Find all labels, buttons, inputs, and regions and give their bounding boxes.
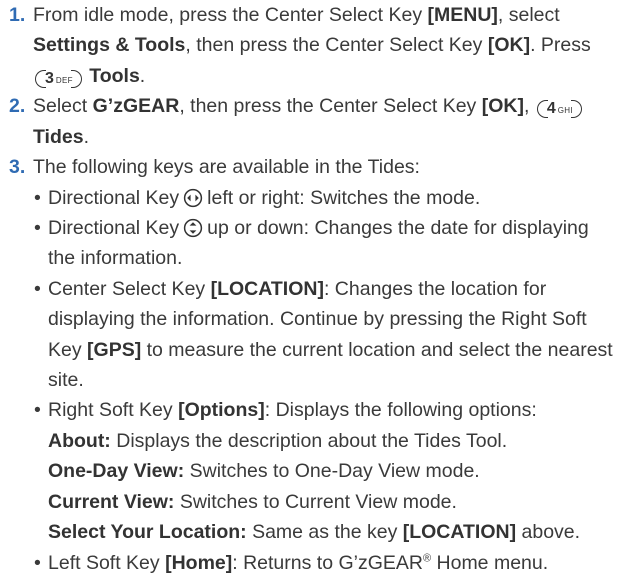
keycap-letters: GHI (557, 106, 573, 116)
step-line: Settings & Tools, then press the Center … (33, 30, 635, 60)
directional-key-left-right-icon (183, 188, 203, 207)
step-text: Select G’zGEAR, then press the Center Se… (33, 91, 635, 152)
bullet-text-run: up or down: Changes the date for display… (207, 216, 589, 239)
keycap-3-def-icon: 3 DEF (35, 69, 82, 88)
menu-key-label: [MENU] (427, 4, 498, 26)
option-current-view: Current View: Switches to Current View m… (48, 487, 637, 517)
step-number: 1. (9, 4, 26, 26)
bullet-text-run: Left Soft Key (48, 551, 166, 574)
ok-key-label: [OK] (487, 34, 531, 57)
step-text-run: , select (497, 4, 560, 26)
bullet-item-up-down: • Directional Key up or down: Changes the… (34, 213, 637, 274)
registered-mark: ® (422, 552, 432, 565)
step-number: 2. (9, 95, 26, 118)
step-line: Select G’zGEAR, then press the Center Se… (33, 91, 635, 121)
ok-key-label: [OK] (481, 95, 524, 118)
tides-label: Tides (33, 125, 84, 148)
option-label: Current View: (48, 490, 175, 513)
bullet-text-run: left or right: Switches the mode. (207, 186, 481, 209)
bullet-text-run: Key (48, 338, 88, 361)
keycap-letters: DEF (55, 75, 73, 85)
directional-key-up-down-icon (183, 218, 203, 238)
option-select-location: Select Your Location: Same as the key [L… (48, 517, 637, 547)
step-number: 3. (9, 156, 26, 179)
bullet-line: Center Select Key [LOCATION]: Changes th… (48, 274, 637, 304)
option-description: Switches to Current View mode. (174, 490, 457, 513)
bullet-text-run: Directional Key (48, 186, 180, 209)
bullet-line: Directional Key up or down: Changes the d… (48, 213, 637, 243)
bullet-line: Key [GPS] to measure the current locatio… (48, 335, 637, 365)
location-key-label: [LOCATION] (210, 277, 324, 300)
location-key-label: [LOCATION] (402, 521, 517, 544)
step-text-run: , then press the Center Select Key (185, 34, 488, 57)
bullet-text-run: Home menu. (431, 551, 549, 574)
bullet-text-run: to measure the current location and sele… (141, 338, 613, 361)
keycap-digit: 3 (45, 69, 54, 87)
step-text-run: . (83, 125, 89, 148)
bullet-text-run: Directional Key (48, 216, 180, 239)
step-text-run: . Press (530, 34, 591, 57)
option-description: Switches to One-Day View mode. (184, 460, 480, 483)
step-line: 3 DEF Tools. (33, 61, 635, 91)
option-one-day-view: One-Day View: Switches to One-Day View m… (48, 456, 637, 486)
home-key-label: [Home] (165, 551, 233, 574)
bullet-item-home: • Left Soft Key [Home]: Returns to G’zGE… (34, 548, 637, 578)
bullet-dot: • (34, 399, 41, 422)
option-about: About: Displays the description about th… (48, 426, 637, 456)
gzgear-label: G’zGEAR (92, 95, 180, 118)
step-text-run: From idle mode, press the Center Select … (33, 4, 428, 26)
keycap-digit: 4 (546, 100, 556, 118)
option-label: About: (48, 429, 111, 452)
bullet-item-options: • Right Soft Key [Options]: Displays the… (34, 395, 637, 425)
option-label: One-Day View: (48, 460, 185, 483)
options-key-label: [Options] (178, 399, 265, 422)
bullet-dot: • (34, 216, 41, 239)
step-line: Tides. (33, 122, 635, 152)
step-text: The following keys are available in the … (33, 156, 420, 179)
bullet-text-run: : Changes the location for (323, 277, 547, 300)
keycap-4-ghi-icon: 4 GHI (536, 100, 582, 119)
bullet-line: displaying the information. Continue by … (48, 308, 587, 331)
option-description: above. (516, 521, 581, 544)
step-line: From idle mode, press the Center Select … (33, 0, 635, 30)
bullet-item-location: • Center Select Key [LOCATION]: Changes … (34, 274, 637, 396)
instruction-page: 1. From idle mode, press the Center Sele… (0, 0, 643, 580)
bullet-line: the information. (48, 247, 183, 270)
step-text-run: Select (33, 95, 93, 118)
bullet-dot: • (34, 277, 41, 300)
tools-label: Tools (89, 64, 140, 87)
bullet-dot: • (34, 186, 41, 209)
bullet-dot: • (34, 551, 41, 574)
step-text-run: , then press the Center Select Key (179, 95, 482, 118)
bullet-text-run: Right Soft Key (48, 399, 179, 422)
gps-key-label: [GPS] (87, 338, 142, 361)
bullet-item-left-right: • Directional Key left or right: Switches… (34, 183, 637, 213)
option-description: Same as the key (246, 521, 403, 544)
step-text-run: . (139, 64, 146, 87)
step-text: From idle mode, press the Center Select … (33, 0, 635, 91)
bullet-text-run: : Returns to G’zGEAR (232, 551, 423, 574)
bullet-text-run: : Displays the following options: (264, 399, 537, 422)
option-label: Select Your Location: (48, 521, 247, 544)
step-text-run: , (523, 95, 530, 118)
settings-tools-label: Settings & Tools (33, 34, 186, 57)
bullet-line: site. (48, 369, 84, 392)
bullet-text-run: Center Select Key (48, 277, 211, 300)
option-description: Displays the description about the Tides… (110, 429, 508, 452)
